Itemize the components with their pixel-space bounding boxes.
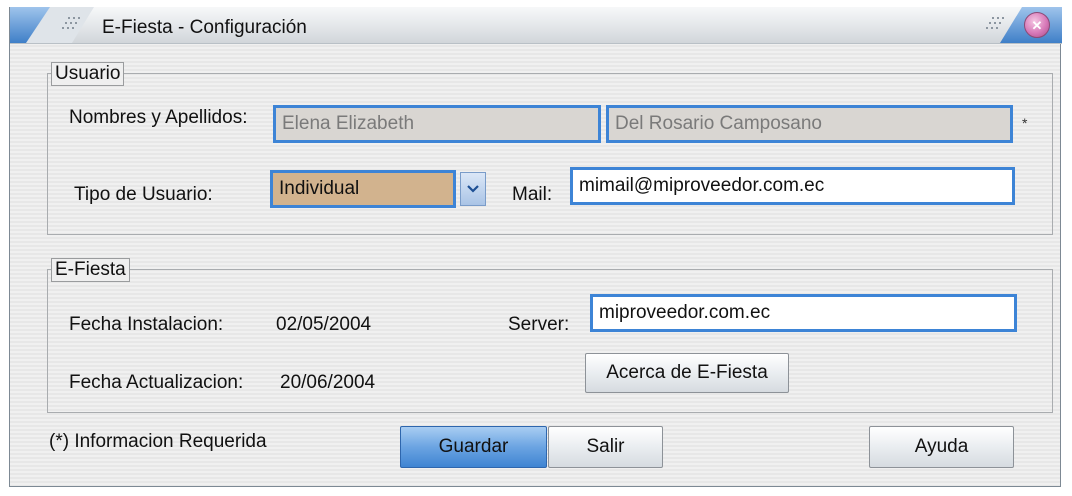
tipo-usuario-label: Tipo de Usuario: (74, 184, 213, 205)
window-title: E-Fiesta - Configuración (102, 17, 307, 38)
mail-label: Mail: (512, 184, 553, 205)
server-input[interactable]: miproveedor.com.ec (590, 294, 1017, 332)
usuario-group (47, 73, 1053, 235)
guardar-button[interactable]: Guardar (400, 426, 547, 468)
salir-button[interactable]: Salir (548, 426, 663, 468)
fecha-instalacion-value: 02/05/2004 (276, 314, 372, 335)
nombres-field[interactable]: Elena Elizabeth (273, 105, 601, 143)
required-note: (*) Informacion Requerida (49, 431, 267, 452)
fecha-actualizacion-label: Fecha Actualizacion: (69, 372, 244, 393)
config-window: E-Fiesta - Configuración ✕ Usuario Nombr… (9, 7, 1062, 487)
nombres-label: Nombres y Apellidos: (69, 107, 248, 128)
tipo-usuario-dropdown-button[interactable] (460, 172, 486, 206)
usuario-legend: Usuario (51, 62, 125, 86)
title-left-decoration (10, 7, 94, 43)
tipo-usuario-select[interactable]: Individual (270, 170, 456, 208)
server-label: Server: (508, 314, 570, 335)
apellidos-field[interactable]: Del Rosario Camposano (606, 105, 1013, 143)
chevron-down-icon (467, 185, 479, 193)
required-mark: * (1022, 115, 1028, 131)
close-icon[interactable]: ✕ (1024, 12, 1050, 38)
ayuda-button[interactable]: Ayuda (869, 426, 1014, 468)
title-bar[interactable]: E-Fiesta - Configuración ✕ (10, 7, 1062, 44)
fecha-instalacion-label: Fecha Instalacion: (69, 314, 224, 335)
fecha-actualizacion-value: 20/06/2004 (280, 372, 376, 393)
mail-input[interactable]: mimail@miproveedor.com.ec (570, 167, 1015, 205)
efiesta-legend: E-Fiesta (51, 258, 130, 282)
acerca-button[interactable]: Acerca de E-Fiesta (585, 353, 789, 393)
